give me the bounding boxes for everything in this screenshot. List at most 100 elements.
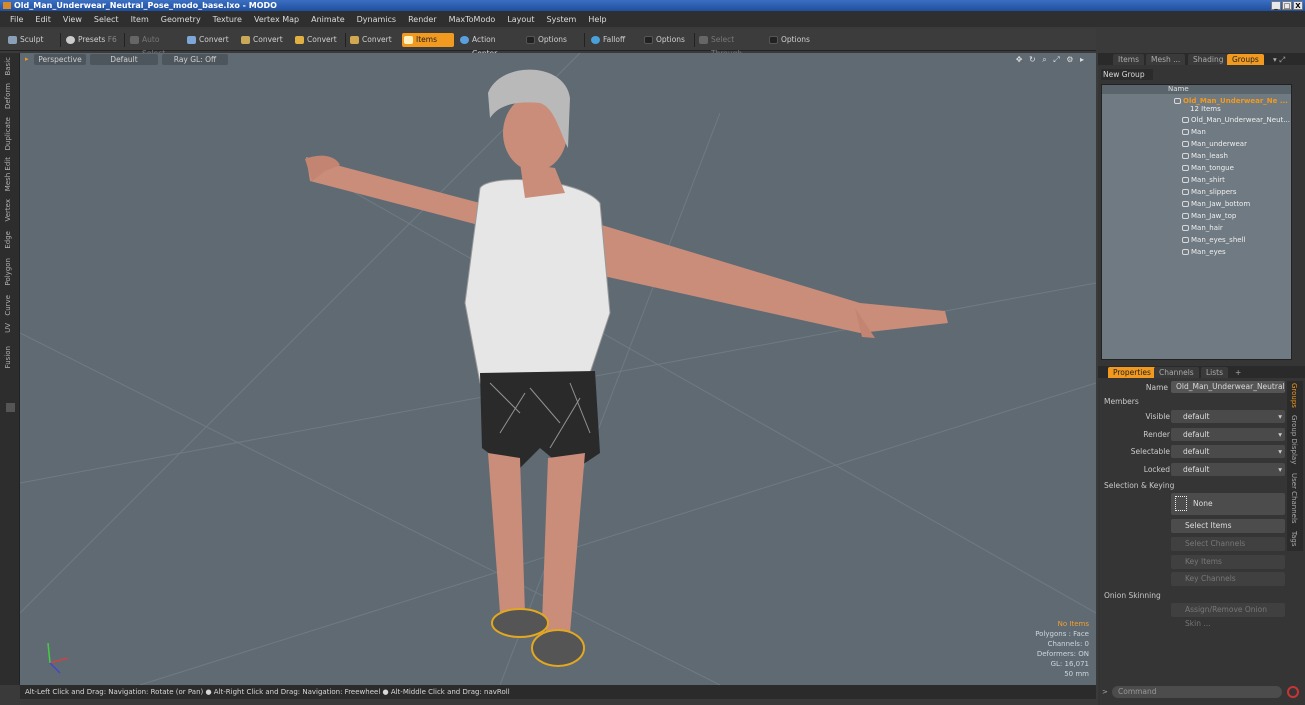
items-mode-button[interactable]: Items (402, 33, 454, 47)
auto-select-button[interactable]: Auto Select (128, 33, 182, 58)
selection-keying-section[interactable]: Selection & Keying (1104, 481, 1174, 490)
selectable-dropdown[interactable]: default (1171, 445, 1285, 458)
assign-onion-skin-button[interactable]: Assign/Remove Onion Skin ... (1171, 603, 1285, 628)
group-member-row[interactable]: Old_Man_Underwear_Neut... (1102, 114, 1293, 126)
tab-properties[interactable]: Properties (1108, 367, 1156, 378)
group-member-row[interactable]: Man_eyes_shell (1102, 234, 1293, 246)
key-items-button[interactable]: Key Items (1171, 555, 1285, 569)
title-bar: Old_Man_Underwear_Neutral_Pose_modo_base… (0, 0, 1305, 11)
key-channels-button[interactable]: Key Channels (1171, 572, 1285, 586)
viewport-nav-icons[interactable]: ✥ ↻ ⌕ ⤢ ⚙ ▸ (1016, 55, 1086, 65)
none-button[interactable]: None (1171, 493, 1285, 515)
name-column-header[interactable]: Name (1168, 85, 1189, 93)
tab-fusion[interactable]: Fusion (4, 346, 12, 368)
options-button-3[interactable]: Options (767, 33, 823, 47)
group-member-row[interactable]: Man_tongue (1102, 162, 1293, 174)
group-member-row[interactable]: Man_leash (1102, 150, 1293, 162)
app-icon (3, 2, 11, 9)
convert-button-3[interactable]: Convert (293, 33, 343, 47)
panel-options-icon[interactable]: ▾ ⤢ (1268, 54, 1290, 65)
menu-view[interactable]: View (57, 15, 88, 24)
tab-edge[interactable]: Edge (4, 231, 12, 249)
tab-curve[interactable]: Curve (4, 295, 12, 316)
tab-shading[interactable]: Shading (1188, 54, 1229, 65)
falloff-button[interactable]: Falloff (589, 33, 639, 47)
menu-dynamics[interactable]: Dynamics (351, 15, 402, 24)
raygl-dropdown[interactable]: Ray GL: Off (162, 54, 228, 65)
select-items-button[interactable]: Select Items (1171, 519, 1285, 533)
group-member-row[interactable]: Man (1102, 126, 1293, 138)
hud-polygons: Polygons : Face (1035, 630, 1089, 638)
menu-select[interactable]: Select (88, 15, 125, 24)
options-button-1[interactable]: Options (524, 33, 580, 47)
action-center-button[interactable]: Action Center (458, 33, 522, 58)
side-tab-user-channels[interactable]: User Channels (1290, 473, 1298, 524)
menu-vertex-map[interactable]: Vertex Map (248, 15, 305, 24)
action-center-icon (460, 36, 469, 44)
menu-texture[interactable]: Texture (207, 15, 248, 24)
view-type-dropdown[interactable]: Perspective (34, 54, 86, 65)
maximize-button[interactable]: □ (1282, 1, 1292, 10)
group-member-row[interactable]: Man_Jaw_top (1102, 210, 1293, 222)
tab-mesh-edit[interactable]: Mesh Edit (4, 157, 12, 191)
tab-lists[interactable]: Lists (1201, 367, 1229, 378)
select-channels-button[interactable]: Select Channels (1171, 537, 1285, 551)
menu-render[interactable]: Render (402, 15, 442, 24)
3d-viewport[interactable]: ▸ Perspective Default Ray GL: Off ✥ ↻ ⌕ … (20, 53, 1096, 685)
render-dropdown[interactable]: default (1171, 428, 1285, 441)
locator-icon (1182, 117, 1189, 123)
menu-help[interactable]: Help (582, 15, 612, 24)
convert-button-2[interactable]: Convert (239, 33, 291, 47)
options-button-2[interactable]: Options (642, 33, 692, 47)
side-tab-group-display[interactable]: Group Display (1290, 415, 1298, 464)
menu-file[interactable]: File (4, 15, 29, 24)
select-through-button[interactable]: Select Through (697, 33, 763, 58)
viewport-menu-icon[interactable]: ▸ (25, 55, 31, 63)
add-tab-button[interactable]: + (1230, 367, 1246, 378)
side-tab-groups[interactable]: Groups (1290, 383, 1298, 408)
tab-basic[interactable]: Basic (4, 57, 12, 76)
group-member-row[interactable]: Man_slippers (1102, 186, 1293, 198)
close-button[interactable]: X (1293, 1, 1303, 10)
convert-button-4[interactable]: Convert (348, 33, 398, 47)
menu-geometry[interactable]: Geometry (155, 15, 207, 24)
tab-duplicate[interactable]: Duplicate (4, 117, 12, 150)
menu-layout[interactable]: Layout (501, 15, 540, 24)
members-section[interactable]: Members (1104, 397, 1139, 406)
group-member-row[interactable]: Man_underwear (1102, 138, 1293, 150)
tab-uv[interactable]: UV (4, 323, 12, 333)
shading-dropdown[interactable]: Default (90, 54, 158, 65)
sculpt-button[interactable]: Sculpt (6, 33, 56, 47)
tab-deform[interactable]: Deform (4, 83, 12, 109)
group-member-row[interactable]: Man_Jaw_bottom (1102, 198, 1293, 210)
layout-toggle-icon[interactable] (6, 403, 15, 412)
new-group-button[interactable]: New Group (1101, 69, 1153, 80)
tab-groups[interactable]: Groups (1227, 54, 1264, 65)
menu-item[interactable]: Item (125, 15, 155, 24)
locked-dropdown[interactable]: default (1171, 463, 1285, 476)
group-member-row[interactable]: Man_eyes (1102, 246, 1293, 258)
command-input[interactable]: Command (1112, 686, 1282, 698)
tab-vertex[interactable]: Vertex (4, 199, 12, 222)
old-man-model[interactable] (305, 69, 948, 667)
tab-mesh[interactable]: Mesh ... (1146, 54, 1186, 65)
tab-polygon[interactable]: Polygon (4, 258, 12, 286)
group-member-row[interactable]: Man_shirt (1102, 174, 1293, 186)
visible-dropdown[interactable]: default (1171, 410, 1285, 423)
menu-edit[interactable]: Edit (29, 15, 57, 24)
menu-maxtomodo[interactable]: MaxToModo (443, 15, 502, 24)
group-member-row[interactable]: Man_hair (1102, 222, 1293, 234)
record-icon[interactable] (1287, 686, 1299, 698)
command-prompt-icon: > (1102, 688, 1108, 696)
presets-button[interactable]: Presets F6 (64, 33, 118, 47)
side-tab-tags[interactable]: Tags (1290, 531, 1298, 547)
menu-animate[interactable]: Animate (305, 15, 351, 24)
tab-channels[interactable]: Channels (1154, 367, 1199, 378)
convert-button-1[interactable]: Convert (185, 33, 235, 47)
group-name-field[interactable]: Old_Man_Underwear_Neutral_Po (1171, 381, 1285, 393)
tab-items[interactable]: Items (1113, 54, 1144, 65)
menu-system[interactable]: System (541, 15, 583, 24)
minimize-button[interactable]: _ (1271, 1, 1281, 10)
onion-skinning-section[interactable]: Onion Skinning (1104, 591, 1161, 600)
mesh-icon (1182, 249, 1189, 255)
